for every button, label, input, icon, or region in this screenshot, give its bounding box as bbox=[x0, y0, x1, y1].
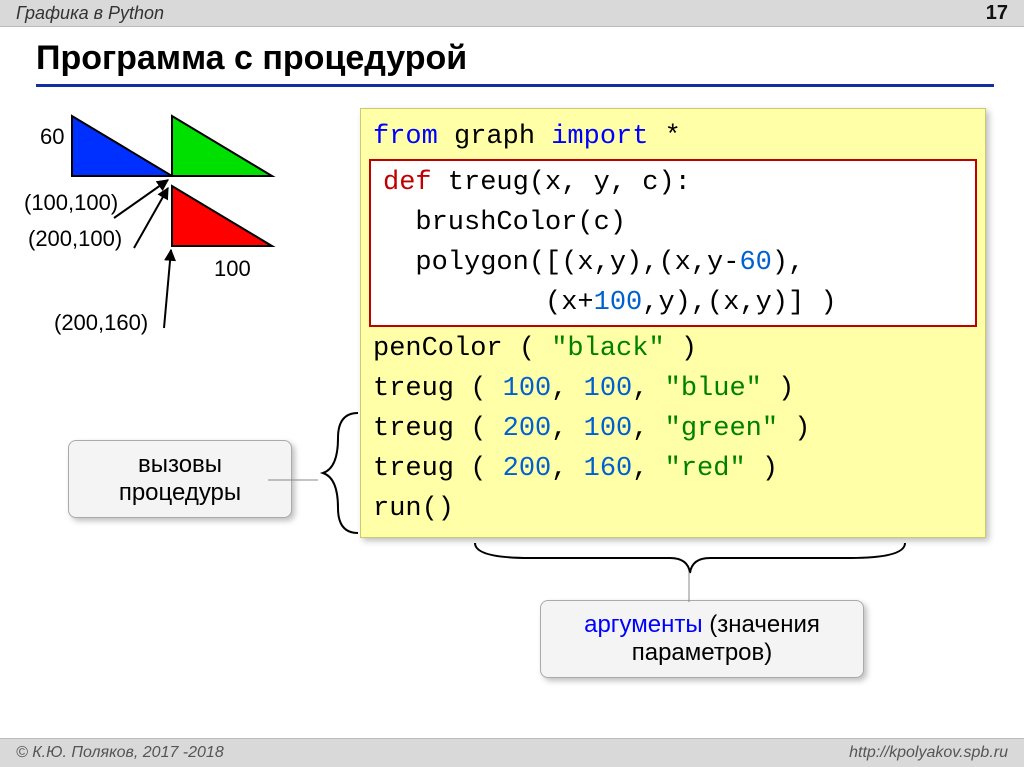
t: , bbox=[551, 454, 583, 484]
callout-args-line2: параметров) bbox=[557, 639, 847, 667]
code-line-6: penColor ( "black" ) bbox=[361, 329, 985, 369]
footer-url: http://kpolyakov.spb.ru bbox=[849, 744, 1008, 762]
t: graph bbox=[438, 122, 551, 152]
t: , bbox=[632, 414, 664, 444]
code-line-10: run() bbox=[361, 489, 985, 529]
num: 200 bbox=[503, 414, 552, 444]
code-line-9: treug ( 200, 160, "red" ) bbox=[361, 449, 985, 489]
t: * bbox=[648, 122, 680, 152]
t: ) bbox=[746, 454, 778, 484]
t: , bbox=[551, 374, 583, 404]
code-line-1: from graph import * bbox=[361, 117, 985, 157]
t: treug(x, y, c): bbox=[432, 168, 691, 198]
num: 160 bbox=[584, 454, 633, 484]
callout-args-line1: аргументы (значения bbox=[557, 611, 847, 639]
label-100-100: (100,100) bbox=[24, 190, 118, 216]
footer: © К.Ю. Поляков, 2017 -2018 http://kpolya… bbox=[0, 738, 1024, 767]
kw-def: def bbox=[383, 168, 432, 198]
callout-calls: вызовы процедуры bbox=[68, 440, 292, 518]
label-60: 60 bbox=[40, 124, 64, 150]
label-100: 100 bbox=[214, 256, 251, 282]
str: "black" bbox=[551, 334, 664, 364]
t: (значения bbox=[703, 611, 820, 638]
t: , bbox=[551, 414, 583, 444]
callout-calls-line1: вызовы bbox=[85, 451, 275, 479]
t: treug ( bbox=[373, 374, 503, 404]
t: polygon([(x,y),(x,y- bbox=[383, 248, 739, 278]
code-line-5: (x+100,y),(x,y)] ) bbox=[371, 283, 975, 323]
num: 200 bbox=[503, 454, 552, 484]
num: 100 bbox=[503, 374, 552, 404]
page-number: 17 bbox=[986, 2, 1008, 25]
num: 100 bbox=[594, 288, 643, 318]
brace-bottom-icon bbox=[470, 538, 910, 576]
code-block: from graph import * def treug(x, y, c): … bbox=[360, 108, 986, 538]
callout-calls-line2: процедуры bbox=[85, 479, 275, 507]
t: treug ( bbox=[373, 454, 503, 484]
t: , bbox=[632, 454, 664, 484]
t-blue: аргументы bbox=[584, 611, 703, 638]
t: treug ( bbox=[373, 414, 503, 444]
str: "blue" bbox=[665, 374, 762, 404]
code-line-4: polygon([(x,y),(x,y-60), bbox=[371, 243, 975, 283]
num: 60 bbox=[739, 248, 771, 278]
connector-args bbox=[684, 572, 694, 602]
topbar: Графика в Python 17 bbox=[0, 0, 1024, 27]
num: 100 bbox=[584, 414, 633, 444]
callout-args: аргументы (значения параметров) bbox=[540, 600, 864, 678]
slide-heading: Программа с процедурой bbox=[36, 39, 994, 87]
t: ) bbox=[665, 334, 697, 364]
t: , bbox=[632, 374, 664, 404]
triangle-diagram: 60 (100,100) (200,100) 100 (200,160) bbox=[34, 98, 344, 398]
code-line-2: def treug(x, y, c): bbox=[371, 163, 975, 203]
code-line-7: treug ( 100, 100, "blue" ) bbox=[361, 369, 985, 409]
def-highlight-box: def treug(x, y, c): brushColor(c) polygo… bbox=[369, 159, 977, 327]
connector-calls bbox=[268, 470, 324, 490]
t: penColor ( bbox=[373, 334, 551, 364]
code-line-8: treug ( 200, 100, "green" ) bbox=[361, 409, 985, 449]
t: ), bbox=[772, 248, 804, 278]
num: 100 bbox=[584, 374, 633, 404]
label-200-160: (200,160) bbox=[54, 310, 148, 336]
code-line-3: brushColor(c) bbox=[371, 203, 975, 243]
str: "red" bbox=[665, 454, 746, 484]
t: ) bbox=[778, 414, 810, 444]
t: (x+ bbox=[383, 288, 594, 318]
label-200-100: (200,100) bbox=[28, 226, 122, 252]
brace-left-icon bbox=[318, 408, 364, 538]
kw-import: import bbox=[551, 122, 648, 152]
kw-from: from bbox=[373, 122, 438, 152]
t: ,y),(x,y)] ) bbox=[642, 288, 836, 318]
str: "green" bbox=[665, 414, 778, 444]
topbar-title: Графика в Python bbox=[16, 3, 986, 24]
footer-copyright: © К.Ю. Поляков, 2017 -2018 bbox=[16, 744, 224, 762]
t: run() bbox=[373, 494, 454, 524]
t: ) bbox=[762, 374, 794, 404]
t: brushColor(c) bbox=[383, 208, 626, 238]
